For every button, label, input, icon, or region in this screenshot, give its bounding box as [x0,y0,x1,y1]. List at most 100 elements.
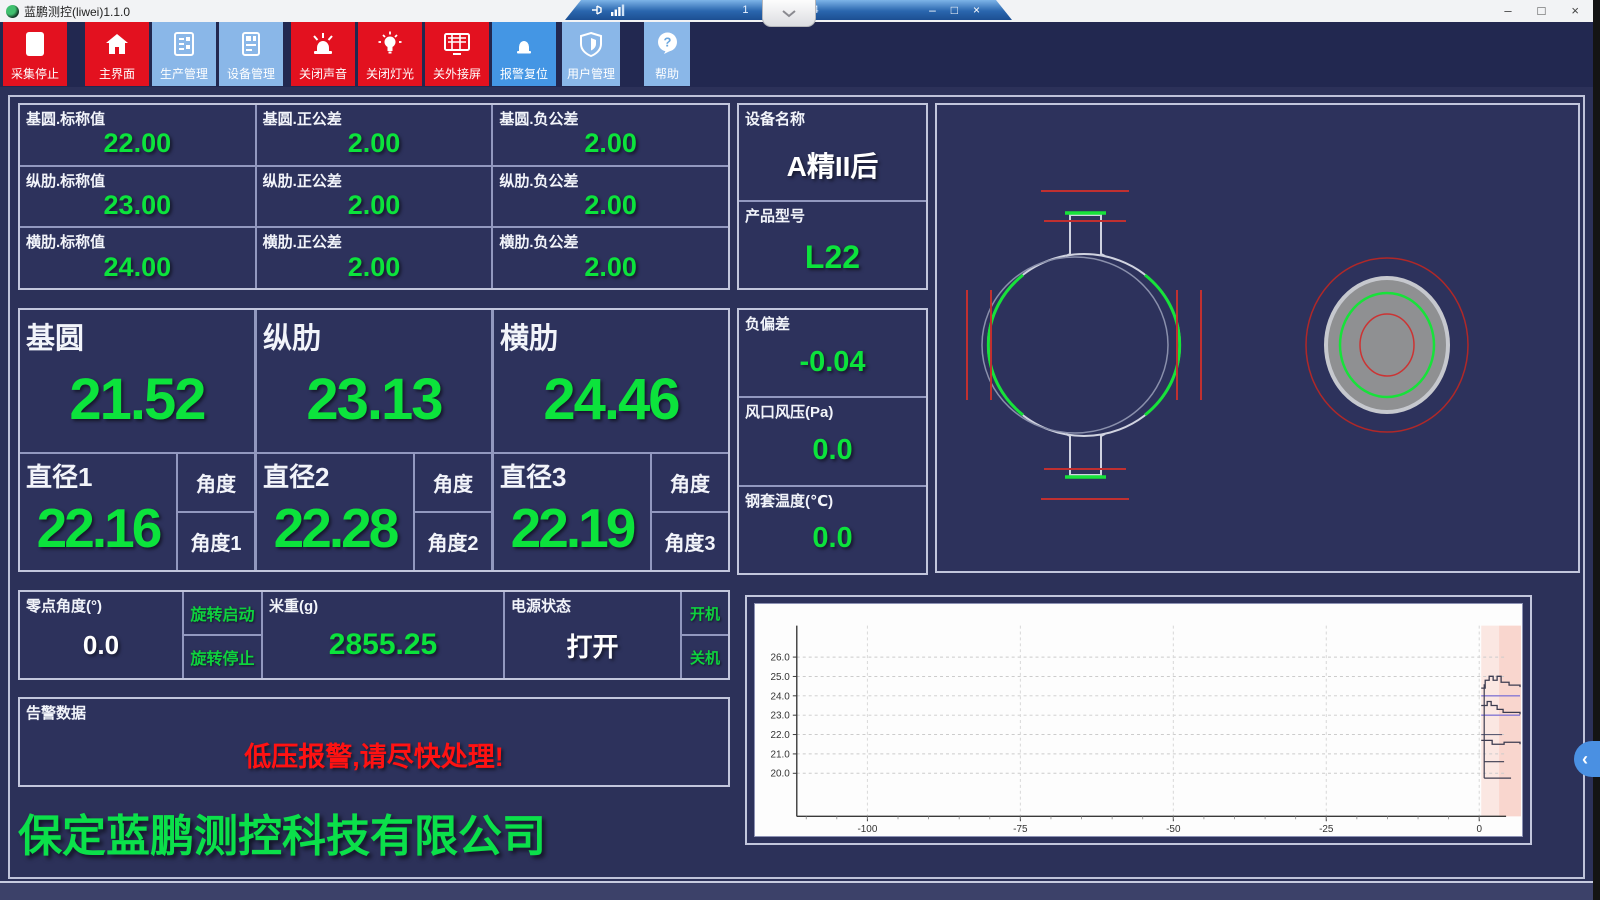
signal-icon [611,4,625,16]
toolbar-button-label: 用户管理 [567,65,615,82]
svg-text:21.0: 21.0 [770,749,790,760]
svg-text:-75: -75 [1013,824,1028,835]
main-toolbar: 采集停止 主界面生产管理 设备管理 关闭声音 关闭灯光 关外接屏 报警复位 用户管理 ?帮助 [0,22,1593,87]
param-cell: 纵肋.负公差2.00 [493,167,728,227]
app-icon [6,5,19,18]
close-button[interactable]: × [1571,0,1579,22]
svg-text:-50: -50 [1166,824,1181,835]
toolbar-button-5[interactable]: 关闭声音 [291,22,355,86]
minimize-button[interactable]: – [1504,0,1511,22]
param-value: 24.00 [20,246,255,288]
alarm-panel: 告警数据 低压报警,请尽快处理! [18,697,730,787]
trend-chart: 20.021.022.023.024.025.026.0-100-75-50-2… [754,603,1523,837]
svg-text:25.0: 25.0 [770,672,790,683]
machine-controls-panel: 零点角度(°) 0.0 旋转启动 旋转停止 米重(g) 2855.25 电源状态… [18,590,730,680]
pin-icon[interactable] [591,4,604,16]
angle-cells: 角度角度3 [652,454,728,570]
angle-cells: 角度角度1 [178,454,254,570]
rotate-stop-button[interactable]: 旋转停止 [184,636,261,678]
power-status-cell: 电源状态 打开 [505,592,680,678]
stop-icon [22,22,48,65]
toolbar-button-label: 关闭声音 [299,65,347,82]
svg-text:0: 0 [1476,824,1482,835]
measure-cell: 基圆21.52 [20,310,254,452]
toolbar-button-7[interactable]: 关外接屏 [425,22,489,86]
toolbar-button-label: 采集停止 [11,65,59,82]
param-value: 2.00 [493,185,728,227]
diameter-value: 22.28 [257,486,413,570]
rotate-start-button[interactable]: 旋转启动 [184,592,261,634]
session-bar-tab[interactable] [762,0,816,27]
diameter-row: 直径222.28 角度角度2 [257,454,491,570]
rotate-buttons: 旋转启动 旋转停止 [184,592,261,678]
toolbar-button-6[interactable]: 关闭灯光 [358,22,422,86]
device-icon [238,22,264,65]
power-buttons: 开机 关机 [682,592,728,678]
product-model-cell: 产品型号 L22 [739,202,926,288]
measured-values-grid: 基圆21.52直径122.16角度角度1纵肋23.13直径222.28 角度角度2… [18,308,730,572]
session-close-button[interactable]: × [973,3,980,17]
param-cell: 横肋.正公差2.00 [257,228,492,288]
shield-icon [578,22,604,65]
diameter-row: 直径122.16角度角度1 [20,454,254,570]
device-name-value: A精II后 [739,129,926,200]
app-window: 蓝鹏测控(liwei)1.1.0 – □ × 1 4 – □ × 采集停止主界面… [0,0,1600,900]
session-restore-button[interactable]: □ [951,3,958,17]
power-off-button[interactable]: 关机 [682,636,728,678]
product-model-label: 产品型号 [739,202,926,226]
toolbar-button-10[interactable]: ?帮助 [644,22,690,86]
toolbar-button-label: 关闭灯光 [366,65,414,82]
toolbar-button-2[interactable]: 主界面 [85,22,149,86]
measure-value: 23.13 [257,347,491,452]
power-on-button[interactable]: 开机 [682,592,728,634]
metric-cell: 负偏差-0.04 [739,310,926,396]
power-status-value: 打开 [505,612,680,678]
window-controls: – □ × [1504,0,1579,22]
measure-column-3: 横肋24.46直径322.19角度角度3 [494,310,728,570]
angle-index-label: 角度2 [427,527,478,556]
company-name: 保定蓝鹏测控科技有限公司 [18,800,546,864]
param-value: 22.00 [20,123,255,165]
session-minimize-button[interactable]: – [929,3,936,17]
param-cell: 纵肋.正公差2.00 [257,167,492,227]
svg-text:-100: -100 [857,824,877,835]
measure-cell: 横肋24.46 [494,310,728,452]
toolbar-button-8[interactable]: 报警复位 [492,22,556,86]
light-icon [376,22,404,65]
diameter-value: 22.19 [494,486,650,570]
toolbar-button-3[interactable]: 生产管理 [152,22,216,86]
toolbar-button-label: 生产管理 [160,65,208,82]
param-cell: 基圆.负公差2.00 [493,105,728,165]
param-value: 2.00 [257,246,492,288]
svg-text:23.0: 23.0 [770,711,790,722]
meter-weight-cell: 米重(g) 2855.25 [263,592,503,678]
measure-column-2: 纵肋23.13直径222.28 角度角度2 [257,310,491,570]
toolbar-button-1[interactable]: 采集停止 [3,22,67,86]
metric-value: 0.0 [739,416,926,484]
meter-weight-value: 2855.25 [263,612,503,678]
toolbar-button-label: 报警复位 [500,65,548,82]
angle-cell: 角度 [415,454,491,511]
product-model-value: L22 [739,226,926,288]
rebar-profile-figure [967,191,1201,499]
alarm-label: 告警数据 [20,699,728,723]
param-cell: 纵肋.标称值23.00 [20,167,255,227]
toolbar-button-9[interactable]: 用户管理 [562,22,620,86]
svg-text:?: ? [663,34,671,49]
device-name-cell: 设备名称 A精II后 [739,105,926,200]
diameter-value: 22.16 [20,486,176,570]
angle-label: 角度 [433,468,473,497]
zero-angle-value: 0.0 [20,612,182,678]
alarm-message: 低压报警,请尽快处理! [20,723,728,785]
process-metrics-panel: 负偏差-0.04风口风压(Pa)0.0钢套温度(℃)0.0 [737,308,928,575]
window-title: 蓝鹏测控(liwei)1.1.0 [24,3,130,20]
measure-cell: 纵肋23.13 [257,310,491,452]
toolbar-button-4[interactable]: 设备管理 [219,22,283,86]
toolbar-button-label: 关外接屏 [433,65,481,82]
screen-icon [442,22,472,65]
measure-value: 21.52 [20,347,254,452]
session-text-left: 1 [742,4,748,16]
toolbar-button-label: 设备管理 [227,65,275,82]
diameter-cell: 直径222.28 [257,454,413,570]
restore-button[interactable]: □ [1538,0,1546,22]
